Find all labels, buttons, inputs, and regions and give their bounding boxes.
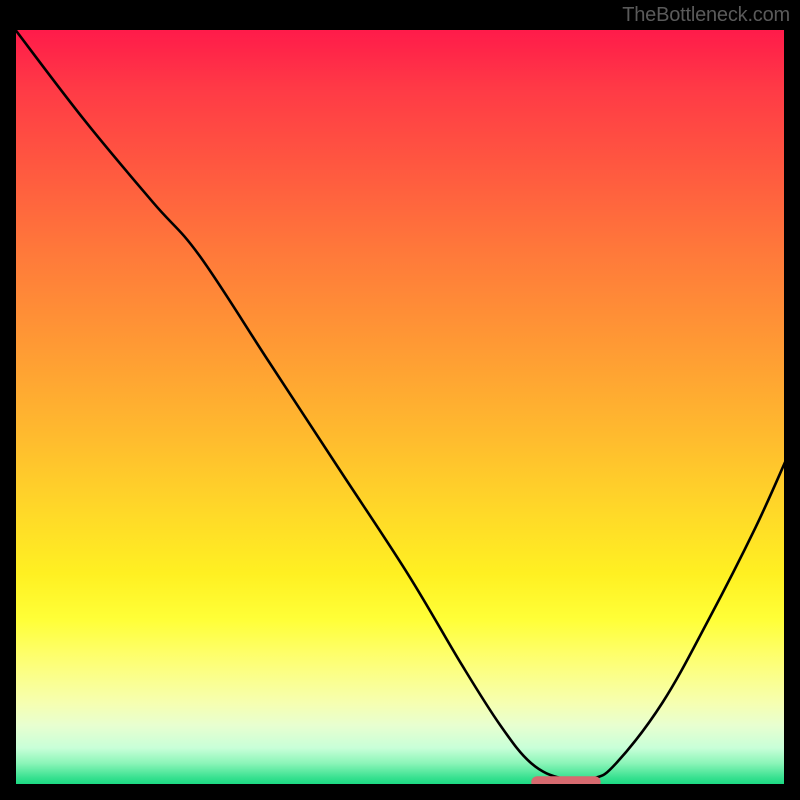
min-marker xyxy=(531,776,600,786)
chart-plot-area xyxy=(14,28,786,786)
chart-svg xyxy=(14,28,786,786)
watermark-text: TheBottleneck.com xyxy=(622,4,790,27)
bottleneck-curve-line xyxy=(14,28,786,780)
chart-frame xyxy=(14,28,786,786)
